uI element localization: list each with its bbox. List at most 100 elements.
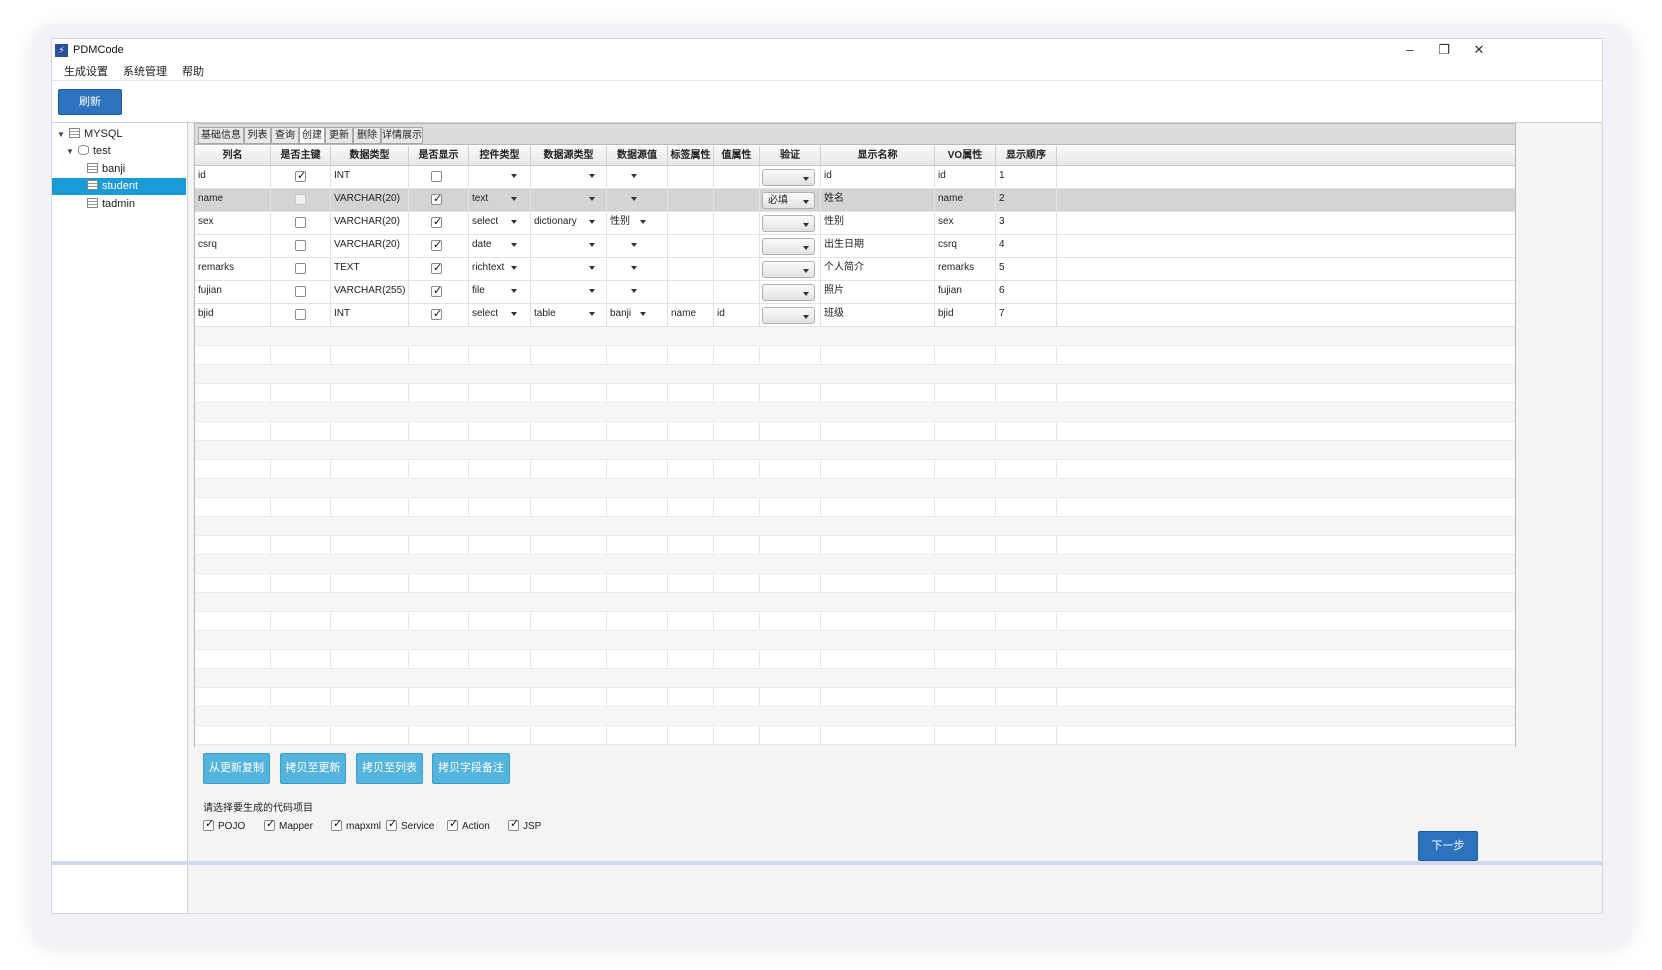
table-row[interactable]: csrqVARCHAR(20)date出生日期csrq4 xyxy=(195,235,1515,258)
option-jsp[interactable]: JSP xyxy=(508,818,541,834)
cell-display-order[interactable]: 1 xyxy=(996,166,1057,189)
cell-show[interactable] xyxy=(409,212,469,235)
cell-show[interactable] xyxy=(409,281,469,304)
cell-value-attr[interactable] xyxy=(714,189,760,212)
cell-primary-key[interactable] xyxy=(271,304,331,327)
table-row[interactable]: sexVARCHAR(20)selectdictionary性别性别sex3 xyxy=(195,212,1515,235)
combo-cell[interactable]: richtext xyxy=(469,258,531,281)
combo-cell[interactable]: date xyxy=(469,235,531,258)
combo-cell[interactable]: select xyxy=(469,304,531,327)
cell-vo-attr[interactable]: sex xyxy=(935,212,996,235)
combo-cell[interactable]: select xyxy=(469,212,531,235)
option-mapper[interactable]: Mapper xyxy=(264,818,313,834)
menu-help[interactable]: 帮助 xyxy=(182,63,204,79)
tab-4[interactable]: 更新 xyxy=(325,127,353,144)
cell-value-attr[interactable] xyxy=(714,258,760,281)
cell-data-type[interactable]: INT xyxy=(331,304,409,327)
cell-data-type[interactable]: INT xyxy=(331,166,409,189)
cell-value-attr[interactable]: id xyxy=(714,304,760,327)
tab-3[interactable]: 创建 xyxy=(299,127,325,144)
cell-column-name[interactable]: csrq xyxy=(195,235,271,258)
cell-display-name[interactable]: 照片 xyxy=(821,281,935,304)
cell-display-name[interactable]: 姓名 xyxy=(821,189,935,212)
cell-display-name[interactable]: 性别 xyxy=(821,212,935,235)
option-mapxml[interactable]: mapxml xyxy=(331,818,381,834)
close-icon[interactable]: ✕ xyxy=(1461,39,1497,61)
refresh-button[interactable]: 刷新 xyxy=(58,89,122,115)
checkbox-checked[interactable] xyxy=(431,307,442,322)
menu-generate-settings[interactable]: 生成设置 xyxy=(64,63,108,79)
copy-from-update-button[interactable]: 从更新复制 xyxy=(203,753,270,784)
column-header[interactable]: 值属性 xyxy=(714,146,760,166)
cell-validate[interactable] xyxy=(760,166,821,189)
checkbox-unchecked[interactable] xyxy=(295,309,306,320)
combo-cell[interactable] xyxy=(531,235,607,258)
checkbox-checked[interactable] xyxy=(386,818,397,831)
combo-cell[interactable] xyxy=(469,166,531,189)
column-header[interactable]: 数据类型 xyxy=(331,146,409,166)
validate-select[interactable] xyxy=(762,238,815,255)
checkbox-unchecked[interactable] xyxy=(431,171,442,182)
column-header[interactable]: 是否主键 xyxy=(271,146,331,166)
checkbox-checked[interactable] xyxy=(431,215,442,230)
column-header[interactable]: 列名 xyxy=(195,146,271,166)
cell-primary-key[interactable] xyxy=(271,189,331,212)
cell-display-name[interactable]: 个人简介 xyxy=(821,258,935,281)
checkbox-unchecked[interactable] xyxy=(295,263,306,274)
combo-cell[interactable] xyxy=(607,166,668,189)
tree-node-student[interactable]: student xyxy=(52,178,186,195)
cell-value-attr[interactable] xyxy=(714,212,760,235)
cell-value-attr[interactable] xyxy=(714,166,760,189)
column-header[interactable]: 验证 xyxy=(760,146,821,166)
validate-select[interactable] xyxy=(762,169,815,186)
cell-vo-attr[interactable]: name xyxy=(935,189,996,212)
column-header[interactable]: 控件类型 xyxy=(469,146,531,166)
cell-data-type[interactable]: VARCHAR(255) xyxy=(331,281,409,304)
cell-value-attr[interactable] xyxy=(714,235,760,258)
tab-2[interactable]: 查询 xyxy=(271,127,299,144)
cell-display-order[interactable]: 7 xyxy=(996,304,1057,327)
cell-label-attr[interactable] xyxy=(668,166,714,189)
cell-data-type[interactable]: TEXT xyxy=(331,258,409,281)
tree-node-banji[interactable]: banji xyxy=(75,161,125,178)
tree-node-MYSQL[interactable]: ▼ MYSQL xyxy=(57,126,123,143)
cell-value-attr[interactable] xyxy=(714,281,760,304)
checkbox-unchecked[interactable] xyxy=(295,240,306,251)
cell-display-order[interactable]: 6 xyxy=(996,281,1057,304)
cell-display-order[interactable]: 4 xyxy=(996,235,1057,258)
table-row[interactable]: nameVARCHAR(20)text必填姓名name2 xyxy=(195,189,1515,212)
combo-cell[interactable] xyxy=(607,281,668,304)
option-action[interactable]: Action xyxy=(447,818,490,834)
cell-column-name[interactable]: remarks xyxy=(195,258,271,281)
option-pojo[interactable]: POJO xyxy=(203,818,245,834)
table-row[interactable]: idINTidid1 xyxy=(195,166,1515,189)
cell-validate[interactable] xyxy=(760,212,821,235)
cell-show[interactable] xyxy=(409,304,469,327)
option-service[interactable]: Service xyxy=(386,818,434,834)
cell-data-type[interactable]: VARCHAR(20) xyxy=(331,235,409,258)
combo-cell[interactable] xyxy=(607,189,668,212)
expand-arrow-icon[interactable]: ▼ xyxy=(57,126,66,143)
cell-label-attr[interactable] xyxy=(668,258,714,281)
checkbox-checked[interactable] xyxy=(447,818,458,831)
cell-display-order[interactable]: 3 xyxy=(996,212,1057,235)
combo-cell[interactable]: table xyxy=(531,304,607,327)
cell-show[interactable] xyxy=(409,166,469,189)
checkbox-checked[interactable] xyxy=(431,192,442,207)
copy-field-comments-button[interactable]: 拷贝字段备注 xyxy=(432,753,510,784)
cell-label-attr[interactable] xyxy=(668,189,714,212)
copy-to-list-button[interactable]: 拷贝至列表 xyxy=(356,753,423,784)
validate-select[interactable] xyxy=(762,307,815,324)
checkbox-checked[interactable] xyxy=(331,818,342,831)
cell-column-name[interactable]: sex xyxy=(195,212,271,235)
menu-system-admin[interactable]: 系统管理 xyxy=(123,63,167,79)
validate-select[interactable] xyxy=(762,261,815,278)
combo-cell[interactable]: dictionary xyxy=(531,212,607,235)
combo-cell[interactable] xyxy=(531,166,607,189)
cell-vo-attr[interactable]: bjid xyxy=(935,304,996,327)
cell-show[interactable] xyxy=(409,235,469,258)
tab-5[interactable]: 删除 xyxy=(353,127,381,144)
cell-primary-key[interactable] xyxy=(271,235,331,258)
cell-primary-key[interactable] xyxy=(271,212,331,235)
tree-node-test[interactable]: ▼ test xyxy=(66,143,111,160)
